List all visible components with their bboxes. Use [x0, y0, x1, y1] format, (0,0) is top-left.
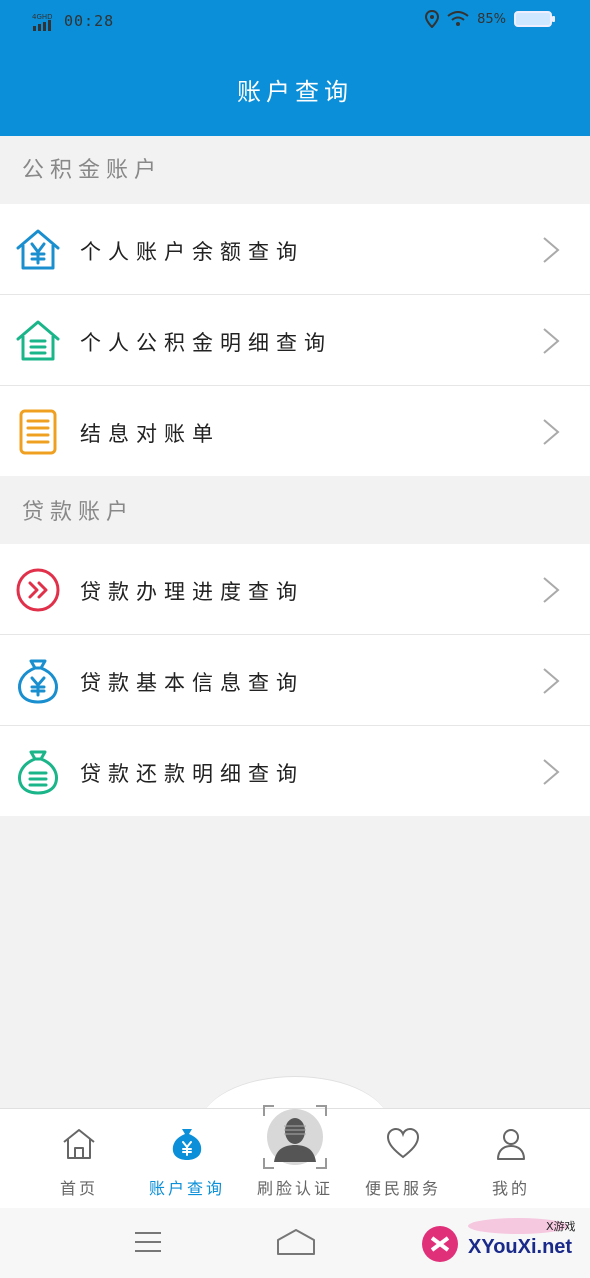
tab-label: 账户查询 — [148, 1179, 225, 1198]
tab-home[interactable]: 首页 — [29, 1109, 129, 1209]
list-item-label: 贷款还款明细查询 — [80, 762, 304, 786]
tab-label: 首页 — [59, 1179, 98, 1198]
chevron-right-icon — [543, 237, 560, 263]
watermark-small-text: X游戏 — [546, 1220, 576, 1233]
svg-text:4GHD: 4GHD — [32, 13, 53, 21]
tab-mine[interactable]: 我的 — [461, 1109, 561, 1209]
section-title-loan: 贷款账户 — [22, 500, 135, 525]
money-bag-yen-icon — [18, 659, 58, 704]
money-bag-icon — [172, 1129, 202, 1160]
chevron-right-icon — [543, 328, 560, 354]
status-time: 00:28 — [64, 12, 115, 30]
battery-percent: 85% — [477, 11, 506, 27]
status-right: 85% — [425, 10, 555, 28]
chevron-right-icon — [543, 759, 560, 785]
system-home-icon[interactable] — [276, 1226, 316, 1258]
list-item-label: 贷款基本信息查询 — [80, 671, 304, 695]
money-bag-list-icon — [18, 750, 58, 795]
location-icon — [425, 10, 440, 28]
user-icon — [497, 1129, 525, 1160]
list-item-label: 个人账户余额查询 — [80, 240, 304, 264]
list-item-account-balance[interactable]: 个人账户余额查询 — [0, 204, 590, 294]
list-item-label: 贷款办理进度查询 — [80, 580, 304, 604]
page-title: 账户查询 — [237, 78, 353, 106]
house-yen-icon — [16, 229, 60, 270]
tab-label: 刷脸认证 — [256, 1179, 333, 1198]
watermark-text: XYouXi.net — [468, 1236, 573, 1258]
house-list-icon — [16, 320, 60, 361]
list-item-label: 个人公积金明细查询 — [80, 331, 332, 355]
tab-services[interactable]: 便民服务 — [353, 1109, 453, 1209]
list-item-loan-info[interactable]: 贷款基本信息查询 — [0, 635, 590, 725]
signal-icon: 4GHD — [32, 13, 53, 31]
menu-icon[interactable] — [133, 1230, 163, 1254]
list-item-label: 结息对账单 — [80, 422, 220, 446]
document-icon — [19, 409, 57, 455]
status-bar: 4GHD 00:28 85% — [0, 0, 590, 44]
list-item-repayment-detail[interactable]: 贷款还款明细查询 — [0, 726, 590, 816]
face-scan-icon[interactable] — [262, 1104, 328, 1170]
wifi-icon — [447, 11, 469, 26]
section-title-fund: 公积金账户 — [22, 158, 163, 183]
list-item-loan-progress[interactable]: 贷款办理进度查询 — [0, 544, 590, 634]
home-icon — [63, 1129, 95, 1159]
chevron-right-icon — [543, 577, 560, 603]
chevron-right-icon — [543, 668, 560, 694]
app-header: 4GHD 00:28 85% 账户查询 — [0, 0, 590, 136]
chevron-right-icon — [543, 419, 560, 445]
battery-icon — [514, 11, 555, 27]
list-item-interest-statement[interactable]: 结息对账单 — [0, 386, 590, 476]
list-item-fund-detail[interactable]: 个人公积金明细查询 — [0, 295, 590, 385]
heart-icon — [386, 1127, 420, 1159]
tab-account-query[interactable]: 账户查询 — [137, 1109, 237, 1209]
progress-circle-icon — [16, 568, 60, 612]
tab-label: 便民服务 — [364, 1179, 441, 1198]
tab-label: 我的 — [491, 1179, 530, 1198]
